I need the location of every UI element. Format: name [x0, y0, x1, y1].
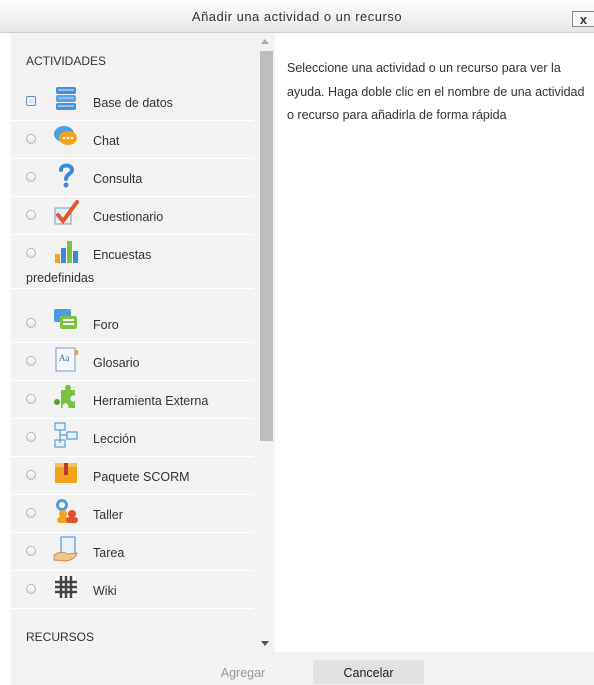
activity-item-paquete-scorm[interactable]: Paquete SCORM	[11, 457, 253, 495]
activity-label: Herramienta Externa	[93, 394, 209, 408]
activity-chooser-list[interactable]: ACTIVIDADES Base de datos Chat Consulta	[11, 33, 275, 652]
activity-label: Cuestionario	[93, 210, 164, 224]
activity-item-consulta[interactable]: Consulta	[11, 159, 253, 197]
radio-button[interactable]	[26, 470, 36, 480]
svg-text:Aa: Aa	[59, 353, 70, 363]
add-button[interactable]: Agregar	[188, 660, 298, 684]
radio-button[interactable]	[26, 96, 36, 106]
chat-bubble-icon	[54, 126, 77, 145]
question-mark-icon	[59, 163, 75, 188]
activity-item-glosario[interactable]: Aa Glosario	[11, 343, 253, 381]
activity-item-leccion[interactable]: Lección	[11, 419, 253, 457]
radio-button[interactable]	[26, 546, 36, 556]
activity-label: Tarea	[93, 546, 125, 560]
activity-item-tarea[interactable]: Tarea	[11, 533, 253, 571]
radio-button[interactable]	[26, 432, 36, 442]
activity-label: Foro	[93, 318, 119, 332]
activity-label: Taller	[93, 508, 123, 522]
help-text: Seleccione una actividad o un recurso pa…	[287, 61, 585, 122]
hand-document-icon	[53, 536, 78, 562]
scroll-up-arrow-icon[interactable]	[261, 39, 269, 44]
radio-button[interactable]	[26, 356, 36, 366]
checkmark-icon	[54, 200, 79, 225]
activity-label: Chat	[93, 134, 120, 148]
activity-item-wiki[interactable]: Wiki	[11, 571, 253, 609]
activity-item-foro[interactable]: Foro	[11, 305, 253, 343]
radio-button[interactable]	[26, 248, 36, 258]
radio-button[interactable]	[26, 584, 36, 594]
dialog-titlebar: Añadir una actividad o un recurso x	[0, 0, 594, 33]
activity-label: Glosario	[93, 356, 140, 370]
activity-label: Paquete SCORM	[93, 470, 190, 484]
dialog-title: Añadir una actividad o un recurso	[191, 9, 403, 24]
wiki-icon	[55, 576, 77, 598]
activity-item-cuestionario[interactable]: Cuestionario	[11, 197, 253, 235]
activity-label: Consulta	[93, 172, 143, 186]
activity-item-database[interactable]: Base de datos	[11, 83, 253, 121]
radio-button[interactable]	[26, 172, 36, 182]
activity-label: Base de datos	[93, 96, 173, 110]
package-box-icon	[55, 463, 77, 483]
glossary-icon: Aa	[55, 347, 78, 372]
dialog-footer: Agregar Cancelar	[11, 652, 594, 685]
list-scrollbar[interactable]	[258, 33, 275, 652]
radio-button[interactable]	[26, 318, 36, 328]
activity-label: Lección	[93, 432, 137, 446]
workshop-people-icon	[56, 499, 78, 523]
activity-item-chat[interactable]: Chat	[11, 121, 253, 159]
radio-button[interactable]	[26, 508, 36, 518]
activity-item-encuestas[interactable]: Encuestas predefinidas	[11, 235, 253, 289]
section-heading-activities: ACTIVIDADES	[26, 54, 107, 68]
puzzle-icon	[54, 384, 75, 408]
database-icon	[56, 87, 76, 110]
cancel-button[interactable]: Cancelar	[313, 660, 424, 684]
bar-chart-icon	[55, 241, 78, 263]
lesson-flow-icon	[54, 422, 78, 448]
activity-item-taller[interactable]: Taller	[11, 495, 253, 533]
activity-item-herramienta-externa[interactable]: Herramienta Externa	[11, 381, 253, 419]
close-button[interactable]: x	[572, 11, 594, 27]
radio-button[interactable]	[26, 210, 36, 220]
scrollbar-thumb[interactable]	[260, 51, 273, 441]
activity-label: Wiki	[93, 584, 117, 598]
forum-icon	[54, 309, 77, 329]
radio-button[interactable]	[26, 134, 36, 144]
scroll-down-arrow-icon[interactable]	[261, 641, 269, 646]
activity-label: Encuestas	[93, 248, 152, 262]
activity-label-continued: predefinidas	[26, 271, 95, 285]
section-heading-resources: RECURSOS	[26, 630, 95, 644]
radio-button[interactable]	[26, 394, 36, 404]
